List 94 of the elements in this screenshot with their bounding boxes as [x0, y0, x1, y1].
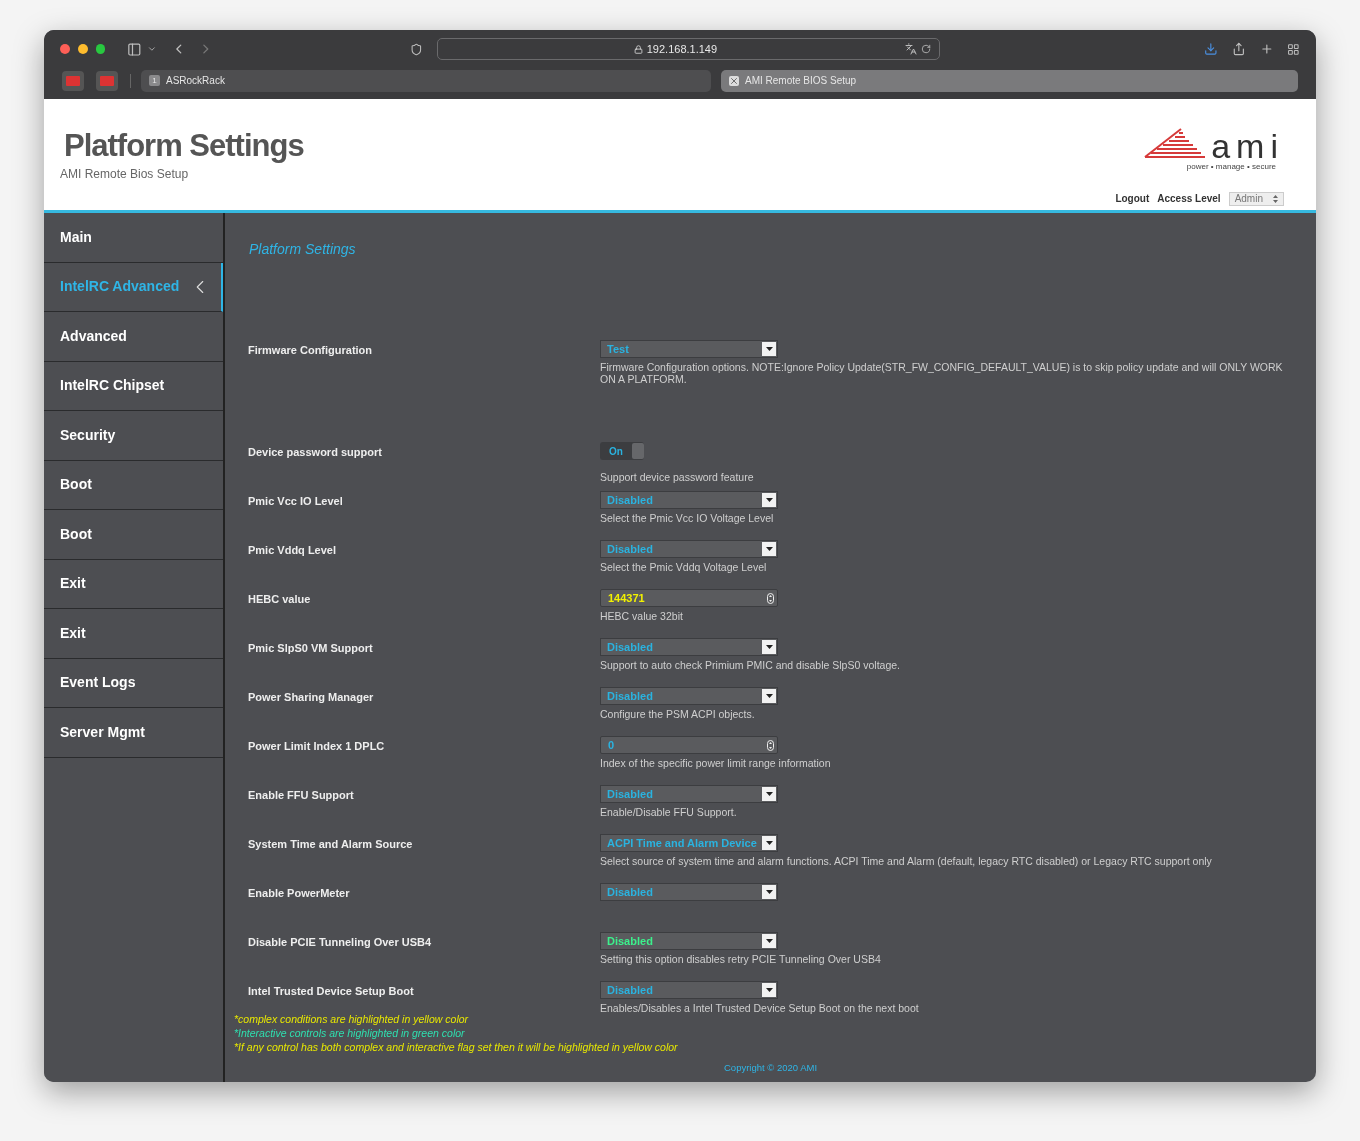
help-text: Configure the PSM ACPI objects.	[600, 708, 756, 720]
close-tab-icon[interactable]	[729, 75, 739, 86]
sidebar-item[interactable]: Main	[44, 213, 223, 263]
sort-arrows-icon	[1273, 194, 1278, 203]
logout-link[interactable]: Logout	[1115, 191, 1150, 206]
help-text: Enables/Disables a Intel Trusted Device Setup Boot on the next boot	[600, 1002, 920, 1014]
setting-label: Disable PCIE Tunneling Over USB4	[248, 935, 433, 950]
tab-overview-icon[interactable]	[1287, 42, 1300, 56]
help-text: Select source of system time and alarm functions. ACPI Time and Alarm (default, legacy RTC disabled) or Legacy RTC support only	[600, 855, 1213, 867]
caret-icon	[762, 342, 776, 356]
help-text: Support to auto check Primium PMIC and disable SlpS0 voltage.	[600, 659, 901, 671]
caret-icon	[762, 542, 776, 556]
setting-label: Power Sharing Manager	[248, 690, 375, 705]
setting-label: Pmic Vddq Level	[248, 543, 338, 558]
dropdown[interactable]: Disabled	[600, 932, 778, 950]
sidebar-item[interactable]: Advanced	[44, 312, 223, 362]
caret-icon	[762, 640, 776, 654]
help-text: Setting this option disables retry PCIE Tunneling Over USB4	[600, 953, 882, 965]
dropdown[interactable]: ACPI Time and Alarm Device	[600, 834, 778, 852]
url-text: 192.168.1.149	[646, 41, 718, 57]
dropdown[interactable]: Disabled	[600, 785, 778, 803]
legend-note: *Interactive controls are highlighted in green color	[234, 1026, 466, 1040]
sidebar-item[interactable]: Exit	[44, 559, 223, 609]
caret-icon	[762, 885, 776, 899]
sidebar-item[interactable]: Boot	[44, 510, 223, 560]
browser-tab[interactable]: AMI Remote BIOS Setup	[721, 69, 1298, 92]
sidebar-item[interactable]: Event Logs	[44, 658, 223, 708]
help-text: Firmware Configuration options. NOTE:Ignore Policy Update(STR_FW_CONFIG_DEFAULT_VALUE) is to skip policy update and will ONLY WORK ON A PLATFORM.	[600, 361, 1284, 385]
maximize-window-icon[interactable]	[95, 44, 106, 54]
setting-label: Firmware Configuration	[248, 343, 374, 358]
dropdown[interactable]: Disabled	[600, 491, 778, 509]
help-text: Index of the specific power limit range information	[600, 757, 832, 769]
help-text: Select the Pmic Vddq Voltage Level	[600, 561, 768, 573]
setting-label: Pmic Vcc IO Level	[248, 494, 344, 509]
new-tab-icon[interactable]	[1259, 42, 1274, 56]
caret-icon	[762, 836, 776, 850]
dropdown[interactable]: Disabled	[600, 981, 778, 999]
tab-number: 1	[149, 75, 160, 86]
caret-icon	[762, 983, 776, 997]
caret-icon	[762, 787, 776, 801]
pinned-tab-icon[interactable]	[62, 70, 84, 91]
sidebar-item[interactable]: IntelRC Advanced	[44, 262, 223, 312]
help-text: Enable/Disable FFU Support.	[600, 806, 738, 818]
page-title: Platform Settings	[63, 129, 304, 163]
sidebar-icon[interactable]	[127, 41, 142, 57]
sidebar-item[interactable]: Server Mgmt	[44, 708, 223, 758]
reload-icon[interactable]	[921, 44, 932, 54]
setting-label: Intel Trusted Device Setup Boot	[248, 984, 415, 999]
setting-label: Power Limit Index 1 DPLC	[248, 739, 386, 754]
legend-note: *complex conditions are highlighted in yellow color	[234, 1012, 470, 1026]
sidebar-item[interactable]: IntelRC Chipset	[44, 361, 223, 411]
setting-label: Device password support	[248, 445, 383, 460]
download-icon[interactable]	[1204, 42, 1218, 56]
address-bar[interactable]: 192.168.1.149	[436, 38, 941, 60]
legend-note: *If any control has both complex and interactive flag set then it will be highlighted in yellow color	[234, 1040, 678, 1054]
caret-icon	[762, 934, 776, 948]
sidebar-item[interactable]: Security	[44, 411, 223, 461]
help-text: Support device password feature	[600, 471, 755, 483]
lock-icon	[633, 44, 643, 54]
help-text: HEBC value 32bit	[600, 610, 684, 622]
pinned-tab-icon[interactable]	[96, 70, 118, 91]
shield-icon[interactable]	[409, 42, 423, 56]
setting-label: HEBC value	[248, 592, 312, 607]
dropdown[interactable]: Disabled	[600, 883, 778, 901]
caret-icon	[762, 493, 776, 507]
setting-label: Pmic SlpS0 VM Support	[248, 641, 374, 656]
access-level-select[interactable]: Admin	[1228, 191, 1284, 206]
spinner-icon	[767, 739, 774, 751]
chevron-down-icon[interactable]	[146, 44, 157, 54]
help-text: Select the Pmic Vcc IO Voltage Level	[600, 512, 775, 524]
translate-icon[interactable]	[905, 43, 918, 55]
sidebar-item[interactable]: Boot	[44, 460, 223, 510]
ami-logo: ami power • manage • secure	[1141, 127, 1284, 173]
toggle-switch[interactable]: On	[600, 442, 644, 460]
copyright-text: Copyright © 2020 AMI	[724, 1061, 818, 1075]
browser-tab[interactable]: 1 ASRockRack	[141, 69, 711, 92]
dropdown[interactable]: Disabled	[600, 540, 778, 558]
close-window-icon[interactable]	[60, 44, 70, 54]
caret-icon	[762, 689, 776, 703]
spinner-icon	[767, 592, 774, 604]
setting-label: Enable FFU Support	[248, 788, 355, 803]
setting-label: System Time and Alarm Source	[248, 837, 414, 852]
share-icon[interactable]	[1232, 42, 1246, 56]
section-title: Platform Settings	[248, 240, 357, 259]
number-field[interactable]: 144371	[600, 589, 778, 607]
dropdown[interactable]: Disabled	[600, 687, 778, 705]
dropdown[interactable]: Test	[600, 340, 778, 358]
sidebar-item[interactable]: Exit	[44, 609, 223, 659]
number-field[interactable]: 0	[600, 736, 778, 754]
access-level-label: Access Level	[1157, 192, 1221, 206]
page-subtitle: AMI Remote Bios Setup	[60, 166, 190, 183]
dropdown[interactable]: Disabled	[600, 638, 778, 656]
setting-label: Enable PowerMeter	[248, 886, 351, 901]
minimize-window-icon[interactable]	[77, 44, 88, 54]
